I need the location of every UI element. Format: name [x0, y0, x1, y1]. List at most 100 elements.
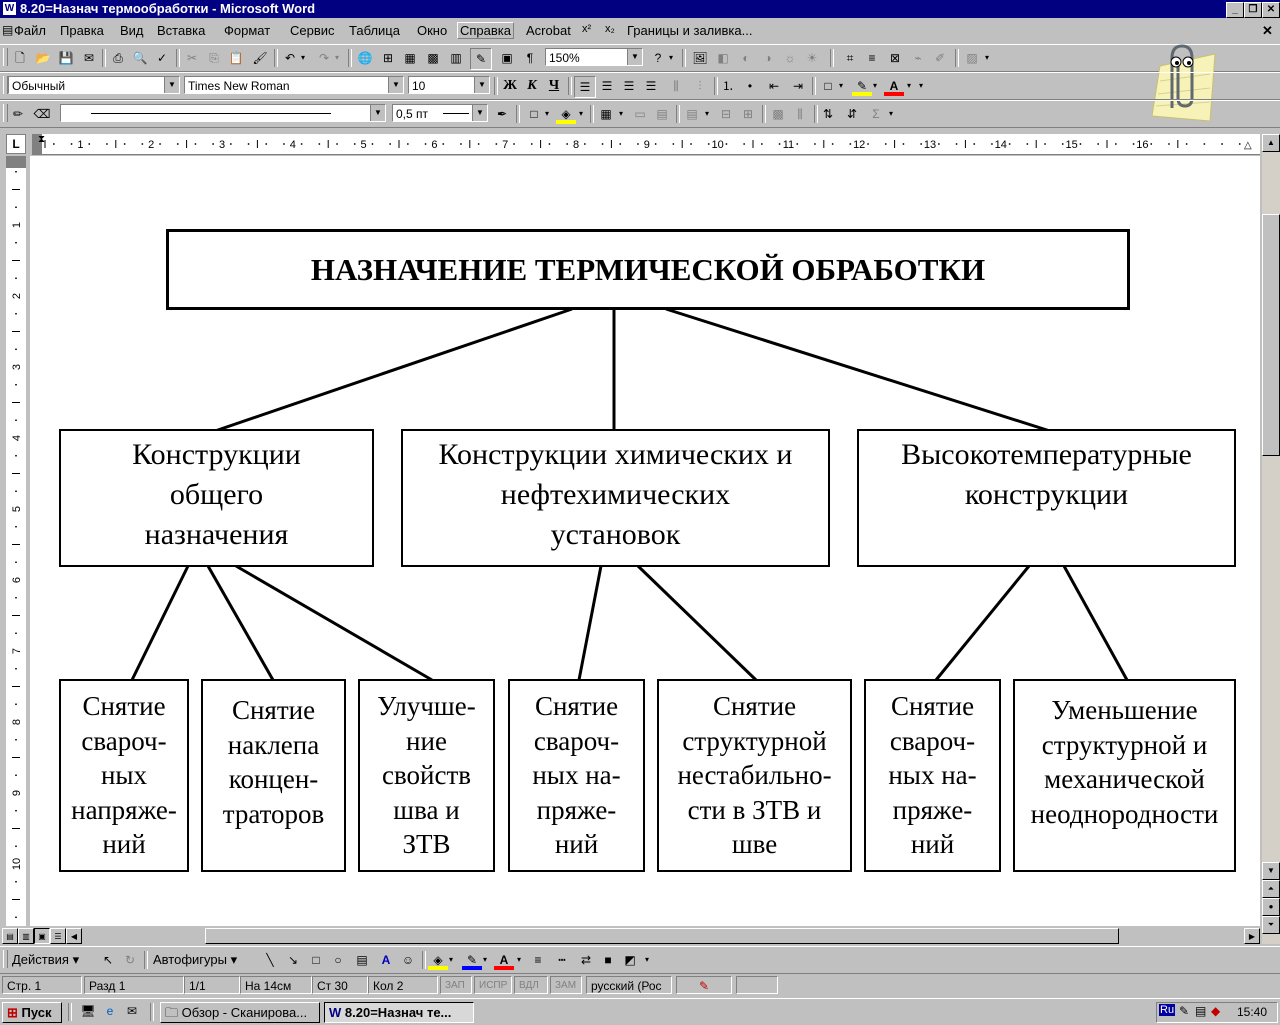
menu-tools[interactable]: Сервис — [290, 23, 335, 38]
reset-picture-icon[interactable]: ▨ — [962, 48, 982, 68]
format-picture-icon[interactable]: ✐ — [930, 48, 950, 68]
merge-cells-icon[interactable]: ▭ — [630, 104, 650, 124]
contrast-down-icon[interactable]: ◑ — [758, 48, 778, 68]
tables-borders-icon[interactable]: ⊞ — [378, 48, 398, 68]
line-style-select[interactable]: ▼ — [60, 104, 386, 122]
new-doc-icon[interactable]: 🗋 — [10, 48, 30, 68]
font-select[interactable]: Times New Roman ▼ — [184, 76, 404, 94]
status-extend[interactable]: ВДЛ — [514, 976, 548, 994]
distributed-icon[interactable]: ⫼ — [666, 76, 686, 96]
print-layout-button[interactable]: ▣ — [34, 928, 50, 944]
open-icon[interactable]: 📂 — [33, 48, 53, 68]
status-record[interactable]: ЗАП — [440, 976, 472, 994]
fill-color-icon[interactable]: ◈ — [428, 950, 448, 970]
restore-button[interactable]: ❐ — [1244, 2, 1262, 18]
show-desktop-icon[interactable]: 🖥 — [78, 1001, 98, 1021]
horizontal-scrollbar[interactable]: ▤ ▥ ▣ ☰ ◀ ▶ — [0, 928, 1262, 944]
more-dropdown-icon[interactable]: ▾ — [982, 48, 992, 68]
scroll-down-button[interactable]: ▼ — [1262, 862, 1280, 880]
wordart-icon[interactable]: A — [376, 950, 396, 970]
crop-icon[interactable]: ⌗ — [840, 48, 860, 68]
task-word[interactable]: W 8.20=Назнач те... — [324, 1002, 474, 1023]
shadow-icon[interactable]: ■ — [598, 950, 618, 970]
tray-language[interactable]: Ru — [1159, 1004, 1176, 1016]
increase-indent-icon[interactable]: ⇥ — [788, 76, 808, 96]
toolbar-grip[interactable] — [3, 48, 8, 66]
print-preview-icon[interactable]: 🔍 — [130, 48, 150, 68]
clipart-icon[interactable]: ☺ — [398, 950, 418, 970]
save-icon[interactable]: 💾 — [56, 48, 76, 68]
paste-icon[interactable]: 📋 — [226, 48, 246, 68]
right-indent-marker-icon[interactable]: △ — [1244, 140, 1252, 151]
rectangle-icon[interactable]: □ — [306, 950, 326, 970]
menu-acrobat[interactable]: Acrobat — [526, 23, 571, 38]
document-map-icon[interactable]: ▣ — [497, 48, 517, 68]
hyperlink-icon[interactable]: 🌐 — [355, 48, 375, 68]
fill-dropdown-icon[interactable]: ▾ — [446, 950, 456, 970]
close-doc-icon[interactable]: ✕ — [1262, 23, 1273, 39]
dash-style-icon[interactable]: ┅ — [552, 950, 572, 970]
bullets-icon[interactable]: • — [740, 76, 760, 96]
zoom-select[interactable]: 150% ▼ — [545, 48, 643, 66]
outline-view-button[interactable]: ☰ — [50, 928, 66, 944]
font-color-icon[interactable]: A — [884, 76, 904, 96]
bold-button[interactable]: Ж — [500, 76, 520, 96]
arrow-style-icon[interactable]: ⇄ — [576, 950, 596, 970]
spelling-status-icon[interactable]: ✎ — [676, 976, 732, 994]
align-dropdown-icon[interactable]: ▾ — [702, 104, 712, 124]
more-dropdown-icon[interactable]: ▾ — [916, 76, 926, 96]
status-overtype[interactable]: ЗАМ — [550, 976, 582, 994]
distribute-columns-icon[interactable]: ⊞ — [738, 104, 758, 124]
insert-table-icon[interactable]: ▦ — [400, 48, 420, 68]
text-direction-icon[interactable]: ⫼ — [790, 104, 810, 124]
normal-view-button[interactable]: ▤ — [2, 928, 18, 944]
undo-icon[interactable]: ↶ — [280, 48, 300, 68]
text-wrap-icon[interactable]: ⌁ — [908, 48, 928, 68]
status-language[interactable]: русский (Рос — [586, 976, 672, 994]
tray-app-icon[interactable]: ✎ — [1179, 1004, 1189, 1018]
line-style-icon[interactable]: ≡ — [862, 48, 882, 68]
menu-window[interactable]: Окно — [417, 23, 447, 38]
scroll-thumb[interactable] — [1262, 214, 1280, 456]
menu-edit[interactable]: Правка — [60, 23, 104, 38]
insert-excel-icon[interactable]: ▩ — [423, 48, 443, 68]
decrease-indent-icon[interactable]: ⇤ — [764, 76, 784, 96]
scroll-up-button[interactable]: ▲ — [1262, 134, 1280, 152]
borders-dropdown-icon[interactable]: ▾ — [836, 76, 846, 96]
style-select[interactable]: Обычный ▼ — [8, 76, 180, 94]
vertical-scrollbar[interactable]: ▲ ▼ ⏶ ● ⏷ — [1262, 134, 1280, 944]
autoformat-icon[interactable]: ▩ — [768, 104, 788, 124]
align-center-icon[interactable]: ☰ — [597, 76, 617, 96]
select-objects-icon[interactable]: ↖ — [98, 950, 118, 970]
outside-border-icon[interactable]: □ — [524, 104, 544, 124]
line-color-icon[interactable]: ✎ — [462, 950, 482, 970]
highlight-icon[interactable]: ✎ — [852, 76, 872, 96]
compress-icon[interactable]: ⊠ — [885, 48, 905, 68]
tray-app-icon[interactable]: ▤ — [1195, 1004, 1206, 1018]
redo-dropdown-icon[interactable]: ▾ — [332, 48, 342, 68]
indent-marker-icon[interactable]: ⧗ — [38, 134, 45, 145]
textbox-icon[interactable]: ▤ — [352, 950, 372, 970]
status-track-changes[interactable]: ИСПР — [474, 976, 512, 994]
line-color-dropdown-icon[interactable]: ▾ — [480, 950, 490, 970]
menu-table[interactable]: Таблица — [349, 23, 400, 38]
image-color-icon[interactable]: ◧ — [713, 48, 733, 68]
brightness-down-icon[interactable]: ☀ — [802, 48, 822, 68]
scroll-thumb[interactable] — [205, 928, 1119, 944]
menu-format[interactable]: Формат — [224, 23, 270, 38]
numbering-icon[interactable]: ⒈ — [718, 76, 738, 96]
italic-button[interactable]: К — [522, 76, 542, 96]
shading-dropdown-icon[interactable]: ▾ — [576, 104, 586, 124]
document-page[interactable]: НАЗНАЧЕНИЕ ТЕРМИЧЕСКОЙ ОБРАБОТКИ Констру… — [30, 156, 1260, 926]
brightness-up-icon[interactable]: ☼ — [780, 48, 800, 68]
oval-icon[interactable]: ○ — [328, 950, 348, 970]
start-button[interactable]: ⊞ Пуск — [2, 1002, 62, 1023]
help-dropdown-icon[interactable]: ▾ — [666, 48, 676, 68]
line-icon[interactable]: ╲ — [260, 950, 280, 970]
tray-clock[interactable]: 15:40 — [1237, 1005, 1267, 1019]
line-style-icon[interactable]: ≡ — [528, 950, 548, 970]
align-right-icon[interactable]: ☰ — [619, 76, 639, 96]
scroll-left-button[interactable]: ◀ — [66, 928, 82, 944]
highlight-dropdown-icon[interactable]: ▾ — [870, 76, 880, 96]
drawing-icon[interactable]: ✎ — [470, 48, 492, 70]
